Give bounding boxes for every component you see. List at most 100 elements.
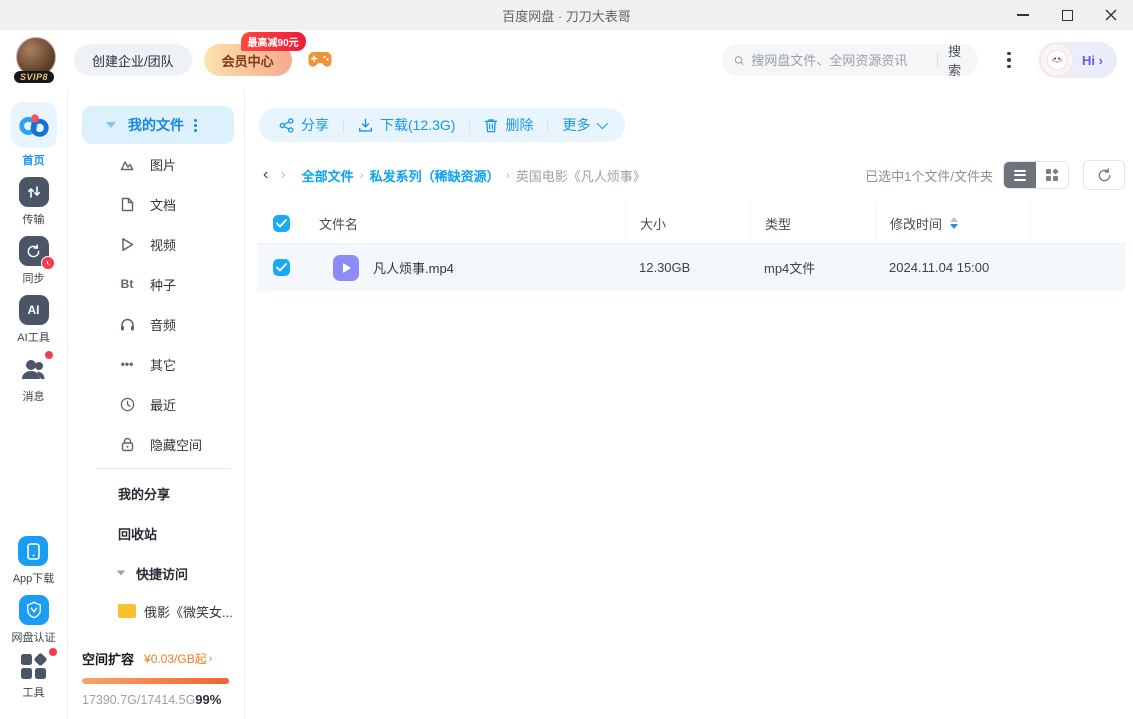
my-files-menu-icon[interactable]: [194, 118, 197, 132]
tree-quick-access[interactable]: 快捷访问: [82, 553, 234, 593]
tree-item-torrents[interactable]: Bt 种子: [82, 264, 234, 304]
crumb-separator: ›: [505, 168, 510, 182]
select-all-checkbox[interactable]: [273, 214, 290, 232]
tree-label-audio: 音频: [150, 317, 177, 333]
quick-access-folder[interactable]: 俄影《微笑女...: [82, 593, 234, 629]
assistant-avatar-icon: [1040, 43, 1075, 77]
table-header: 文件名 大小 类型 修改时间: [257, 202, 1125, 244]
column-header-time[interactable]: 修改时间: [875, 202, 1030, 244]
rail-label-certification: 网盘认证: [11, 632, 56, 644]
create-team-button[interactable]: 创建企业/团队: [74, 44, 192, 76]
svip-badge: SVIP8: [14, 71, 55, 83]
messages-icon: [19, 351, 53, 384]
tree-item-my-shares[interactable]: 我的分享: [82, 473, 234, 513]
row-checkbox[interactable]: [273, 259, 290, 276]
search-input[interactable]: [751, 52, 928, 68]
back-button[interactable]: ‹: [257, 166, 274, 184]
search-icon: [734, 55, 744, 65]
file-time: 2024.11.04 15:00: [889, 260, 990, 275]
video-icon: [118, 237, 136, 252]
check-icon: [276, 218, 287, 228]
tree-item-hidden-space[interactable]: 隐藏空间: [82, 424, 234, 464]
storage-usage-text: 17390.7G/17414.5G99%: [82, 692, 222, 707]
minimize-icon: [1017, 14, 1029, 16]
storage-percent: 99%: [195, 692, 222, 707]
storage-section: 空间扩容 ¥0.03/GB起 › 17390.7G/17414.5G99%: [82, 649, 234, 707]
rail-item-messages[interactable]: 消息: [19, 351, 53, 404]
column-header-name[interactable]: 文件名: [305, 202, 625, 244]
close-button[interactable]: [1089, 0, 1133, 30]
more-menu-button[interactable]: [994, 45, 1024, 75]
toolbar-divider: [547, 117, 549, 133]
crumb-series[interactable]: 私发系列（稀缺资源）: [370, 166, 500, 185]
grid-view-icon: [1046, 168, 1059, 181]
tree-item-audio[interactable]: 音频: [82, 304, 234, 344]
rail-item-sync[interactable]: 同步: [18, 236, 55, 286]
user-avatar[interactable]: SVIP8: [14, 37, 58, 83]
audio-icon: [118, 317, 136, 331]
storage-upgrade-link[interactable]: ¥0.03/GB起: [144, 650, 207, 667]
crumb-separator: ›: [359, 168, 364, 182]
rail-item-tools[interactable]: 工具: [20, 648, 57, 700]
tools-badge: [48, 648, 57, 656]
rail-item-transfer[interactable]: 传输: [18, 177, 49, 227]
video-file-icon: [333, 254, 359, 281]
maximize-button[interactable]: [1045, 0, 1089, 30]
search-divider: [937, 53, 939, 67]
file-name: 凡人烦事.mp4: [373, 261, 454, 276]
list-view-button[interactable]: [1004, 162, 1036, 188]
app-body: 首页 传输 同步 AI AI工具 消息 App下载 网盘认证 工具 我的文件 图…: [0, 90, 1133, 719]
lock-icon: [118, 437, 136, 452]
chevron-down-icon: [597, 117, 609, 130]
grid-view-button[interactable]: [1036, 162, 1068, 188]
search-box[interactable]: 搜索: [722, 41, 979, 79]
certification-icon: [18, 595, 49, 625]
file-size: 12.30GB: [639, 260, 691, 275]
assistant-button[interactable]: Hi ›: [1038, 42, 1117, 78]
app-header: SVIP8 创建企业/团队 会员中心 最高减90元 搜索 Hi ›: [0, 30, 1133, 90]
share-button[interactable]: 分享: [279, 115, 329, 135]
more-button[interactable]: 更多: [562, 115, 609, 135]
toolbar-divider: [469, 117, 471, 133]
window-controls: [1001, 0, 1133, 30]
share-icon: [279, 117, 294, 133]
crumb-all-files[interactable]: 全部文件: [302, 166, 354, 185]
rail-label-home: 首页: [22, 155, 45, 167]
game-center-button[interactable]: [308, 51, 332, 69]
tree-item-documents[interactable]: 文档: [82, 184, 234, 224]
sort-icon[interactable]: [950, 217, 959, 229]
column-header-type[interactable]: 类型: [750, 202, 875, 244]
file-name-cell[interactable]: 凡人烦事.mp4: [305, 254, 625, 281]
delete-button[interactable]: 删除: [484, 115, 533, 135]
tools-icon: [20, 648, 57, 680]
tree-my-files[interactable]: 我的文件: [82, 106, 234, 144]
rail-item-ai-tools[interactable]: AI AI工具: [17, 295, 50, 345]
breadcrumb-row: ‹ › 全部文件 › 私发系列（稀缺资源） › 英国电影《凡人烦事》 已选中1个…: [257, 158, 1125, 192]
download-button[interactable]: 下载(12.3G): [358, 115, 455, 135]
transfer-icon: [18, 177, 49, 207]
download-icon: [358, 118, 373, 132]
trash-icon: [485, 118, 498, 132]
rail-item-app-download[interactable]: App下载: [13, 536, 54, 586]
column-header-size[interactable]: 大小: [625, 202, 750, 244]
quick-access-label: 快捷访问: [136, 566, 189, 582]
tree-item-pictures[interactable]: 图片: [82, 144, 234, 184]
tree-item-others[interactable]: ••• 其它: [82, 344, 234, 384]
minimize-button[interactable]: [1001, 0, 1045, 30]
file-type: mp4文件: [764, 261, 816, 276]
forward-button[interactable]: ›: [274, 166, 291, 184]
rail-label-tools: 工具: [22, 687, 45, 699]
crumb-current: 英国电影《凡人烦事》: [515, 168, 646, 184]
refresh-button[interactable]: [1083, 160, 1125, 190]
rail-item-home[interactable]: 首页: [10, 102, 57, 168]
tree-label-hidden-space: 隐藏空间: [150, 437, 203, 453]
tree-item-videos[interactable]: 视频: [82, 224, 234, 264]
table-row[interactable]: 凡人烦事.mp4 12.30GB mp4文件 2024.11.04 15:00: [257, 244, 1125, 291]
member-center-button[interactable]: 会员中心 最高减90元: [203, 32, 306, 76]
search-button[interactable]: 搜索: [948, 41, 966, 79]
rail-item-certification[interactable]: 网盘认证: [12, 595, 56, 645]
sync-icon: [18, 236, 55, 270]
title-bar: 百度网盘 · 刀刀大表哥: [0, 0, 1133, 30]
tree-item-recycle-bin[interactable]: 回收站: [82, 513, 234, 553]
tree-item-recent[interactable]: 最近: [82, 384, 234, 424]
